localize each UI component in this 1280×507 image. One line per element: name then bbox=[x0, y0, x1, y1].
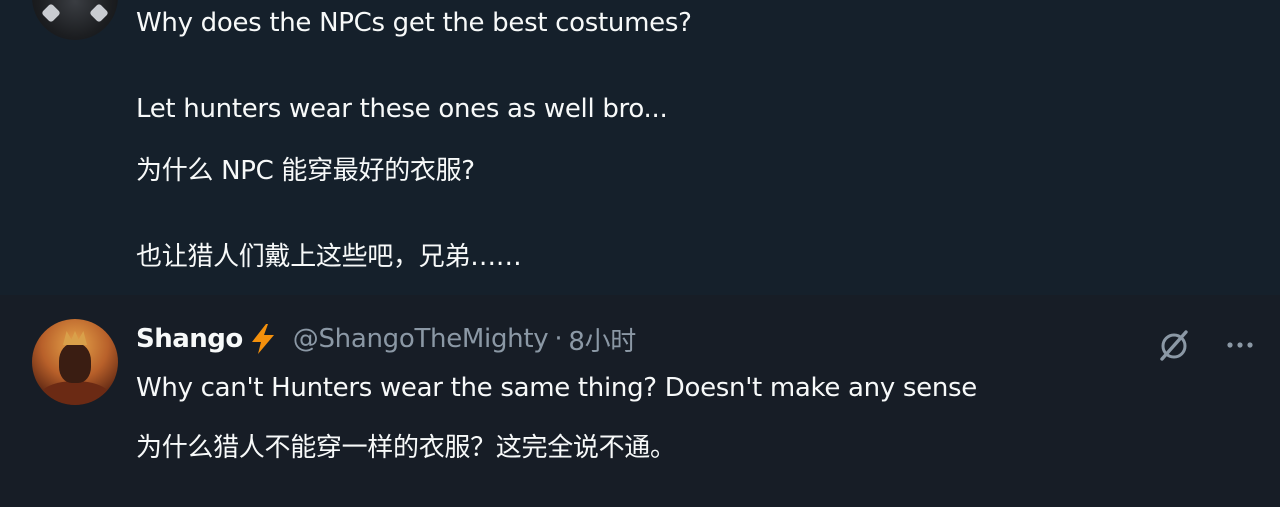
avatar-shoulders bbox=[40, 381, 110, 405]
avatar-face bbox=[59, 343, 91, 383]
tweet-actions bbox=[1154, 325, 1258, 369]
avatar-ear-left bbox=[41, 3, 61, 23]
tweet-reply[interactable]: Shango @ShangoTheMighty · 8小时 Why can't … bbox=[0, 295, 1280, 507]
tweet-text-line: Why can't Hunters wear the same thing? D… bbox=[136, 373, 977, 403]
avatar[interactable] bbox=[32, 319, 118, 405]
display-name[interactable]: Shango bbox=[136, 324, 243, 354]
tweet-text-line: Why does the NPCs get the best costumes? bbox=[136, 8, 692, 38]
avatar[interactable] bbox=[32, 0, 118, 40]
tweet-text-line: Let hunters wear these ones as well bro.… bbox=[136, 94, 668, 124]
tweet-header: Shango @ShangoTheMighty · 8小时 bbox=[136, 321, 636, 357]
lightning-bolt-icon bbox=[245, 321, 281, 357]
timeline: Why does the NPCs get the best costumes?… bbox=[0, 0, 1280, 507]
separator-dot: · bbox=[554, 324, 563, 354]
translated-text-line: 为什么猎人不能穿一样的衣服？这完全说不通。 bbox=[136, 433, 676, 463]
avatar-crown bbox=[63, 331, 87, 345]
more-options-icon[interactable] bbox=[1222, 327, 1258, 367]
user-handle[interactable]: @ShangoTheMighty bbox=[293, 324, 549, 354]
tweet-previous[interactable]: Why does the NPCs get the best costumes?… bbox=[0, 0, 1280, 295]
translated-text-line: 也让猎人们戴上这些吧，兄弟…… bbox=[136, 242, 522, 272]
translated-text-line: 为什么 NPC 能穿最好的衣服? bbox=[136, 156, 475, 186]
avatar-ear-right bbox=[89, 3, 109, 23]
timestamp[interactable]: 8小时 bbox=[568, 321, 636, 358]
grok-icon[interactable] bbox=[1154, 325, 1194, 369]
